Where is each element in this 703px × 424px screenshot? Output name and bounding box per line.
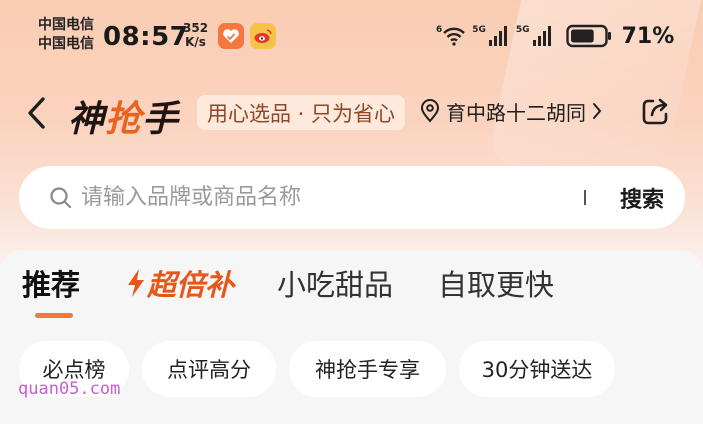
chip-exclusive[interactable]: 神抢手专享 (289, 341, 446, 397)
location-pin-icon (420, 99, 440, 123)
category-tabs: 推荐 超倍补 小吃甜品 自取更快 (0, 262, 703, 312)
tab-recommended[interactable]: 推荐 (22, 262, 80, 304)
status-time: 08:57 (103, 22, 189, 52)
back-arrow-icon (28, 97, 45, 129)
signal-strength-icon-2 (532, 26, 551, 46)
wifi-icon (443, 27, 466, 46)
share-button[interactable] (638, 95, 672, 129)
weibo-notification-icon (250, 23, 276, 49)
carrier-2: 中国电信 (38, 36, 94, 52)
battery-percent: 71% (621, 23, 675, 49)
signal-strength-icon (488, 26, 507, 46)
search-bar[interactable]: 搜索 (19, 166, 685, 229)
active-tab-indicator (35, 313, 73, 318)
tab-super-subsidy[interactable]: 超倍补 (125, 262, 234, 304)
search-divider (584, 190, 586, 205)
notification-app-icon (218, 23, 244, 49)
tab-pickup-faster[interactable]: 自取更快 (438, 262, 554, 304)
chip-30min-delivery[interactable]: 30分钟送达 (459, 341, 615, 397)
sim2-network-label: 5G (515, 25, 530, 35)
heart-check-icon (223, 29, 239, 43)
location-text: 育中路十二胡同 (446, 100, 586, 125)
weibo-icon (254, 29, 272, 43)
search-input[interactable] (81, 185, 541, 210)
carrier-1: 中国电信 (38, 17, 94, 33)
brand-text-2: 抢 (105, 99, 143, 140)
brand-text-3: 手 (142, 99, 180, 140)
chip-high-rating[interactable]: 点评高分 (142, 341, 276, 397)
watermark-text: quan05.com (18, 379, 121, 399)
tab-snacks-desserts[interactable]: 小吃甜品 (277, 262, 393, 304)
battery-icon (565, 24, 611, 48)
location-selector[interactable]: 育中路十二胡同 (420, 93, 602, 129)
brand-slogan: 用心选品 · 只为省心 (197, 95, 406, 130)
brand-logo: 神抢手 (68, 90, 179, 142)
share-icon (642, 98, 668, 125)
network-speed-unit: K/s (185, 35, 206, 49)
tab-super-subsidy-label: 超倍补 (147, 268, 235, 302)
brand-text-1: 神 (68, 99, 106, 140)
network-speed: 352 K/s (183, 21, 208, 49)
lightning-icon (128, 269, 144, 297)
system-icons: 6 5G 5G 71% (436, 20, 674, 52)
network-speed-value: 352 (183, 21, 209, 35)
back-button[interactable] (22, 93, 50, 133)
chevron-right-icon (593, 103, 602, 119)
sim1-network-label: 5G (472, 25, 486, 35)
search-button[interactable]: 搜索 (599, 166, 685, 229)
status-bar: 中国电信 中国电信 08:57 352 K/s 6 5G 5G 71% (0, 0, 703, 70)
carrier-labels: 中国电信 中国电信 (38, 16, 94, 54)
search-icon (50, 186, 72, 208)
